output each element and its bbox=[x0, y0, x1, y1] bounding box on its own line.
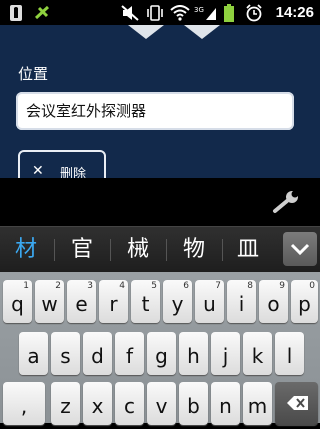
key-n[interactable]: n bbox=[211, 382, 240, 425]
key-f[interactable]: f bbox=[115, 332, 144, 375]
expand-candidates-button[interactable] bbox=[283, 232, 317, 266]
mute-icon bbox=[119, 0, 141, 25]
key-v[interactable]: v bbox=[147, 382, 176, 425]
location-label: 位置 bbox=[18, 65, 49, 83]
key-q[interactable]: 1q bbox=[3, 280, 32, 323]
key-l[interactable]: l bbox=[275, 332, 304, 375]
candidate-item[interactable]: 械 bbox=[112, 227, 164, 273]
dropdown-notch bbox=[128, 25, 164, 39]
key-c[interactable]: c bbox=[115, 382, 144, 425]
candidate-item[interactable]: 材 bbox=[0, 227, 52, 273]
key-b[interactable]: b bbox=[179, 382, 208, 425]
candidate-item[interactable]: 官 bbox=[56, 227, 108, 273]
wrench-icon[interactable] bbox=[272, 190, 302, 218]
key-e[interactable]: 3e bbox=[67, 280, 96, 323]
key-comma[interactable]: , bbox=[3, 382, 45, 425]
candidate-item[interactable]: 物 bbox=[168, 227, 220, 273]
delete-button-label: 删除 bbox=[60, 167, 87, 178]
backspace-key[interactable] bbox=[275, 382, 318, 425]
key-i[interactable]: 8i bbox=[227, 280, 256, 323]
usb-icon bbox=[32, 0, 54, 25]
key-w[interactable]: 2w bbox=[35, 280, 64, 323]
alarm-icon bbox=[244, 0, 264, 25]
key-j[interactable]: j bbox=[211, 332, 240, 375]
key-h[interactable]: h bbox=[179, 332, 208, 375]
key-k[interactable]: k bbox=[243, 332, 272, 375]
ime-toolbar bbox=[0, 178, 320, 226]
close-icon: ✕ bbox=[32, 163, 44, 178]
key-g[interactable]: g bbox=[147, 332, 176, 375]
key-d[interactable]: d bbox=[83, 332, 112, 375]
key-o[interactable]: 9o bbox=[259, 280, 288, 323]
soft-keyboard: 1q 2w 3e 4r 5t 6y 7u 8i 9o 0p a s d f g … bbox=[0, 272, 320, 425]
form-area: 位置 会议室红外探测器 ✕ 删除 bbox=[0, 25, 320, 178]
wifi-icon bbox=[169, 0, 191, 25]
candidate-item[interactable]: 皿 bbox=[222, 227, 274, 273]
svg-text:3G: 3G bbox=[194, 6, 204, 14]
key-x[interactable]: x bbox=[83, 382, 112, 425]
key-y[interactable]: 6y bbox=[163, 280, 192, 323]
key-a[interactable]: a bbox=[19, 332, 48, 375]
usb-debug-icon bbox=[6, 0, 26, 25]
status-time: 14:26 bbox=[275, 4, 314, 21]
vibrate-icon bbox=[145, 0, 165, 25]
key-t[interactable]: 5t bbox=[131, 280, 160, 323]
candidate-strip: 材 官 械 物 皿 bbox=[0, 226, 320, 273]
status-bar: 3G 14:26 bbox=[0, 0, 320, 25]
key-u[interactable]: 7u bbox=[195, 280, 224, 323]
battery-icon bbox=[222, 0, 236, 25]
signal-3g-icon: 3G bbox=[193, 0, 219, 25]
chevron-down-icon bbox=[290, 243, 310, 256]
key-p[interactable]: 0p bbox=[291, 280, 318, 323]
key-r[interactable]: 4r bbox=[99, 280, 128, 323]
key-s[interactable]: s bbox=[51, 332, 80, 375]
delete-button[interactable]: ✕ 删除 bbox=[18, 150, 106, 178]
dropdown-notch bbox=[184, 25, 220, 39]
location-input[interactable]: 会议室红外探测器 bbox=[16, 92, 294, 130]
key-z[interactable]: z bbox=[51, 382, 80, 425]
backspace-icon bbox=[287, 396, 308, 410]
key-m[interactable]: m bbox=[243, 382, 272, 425]
